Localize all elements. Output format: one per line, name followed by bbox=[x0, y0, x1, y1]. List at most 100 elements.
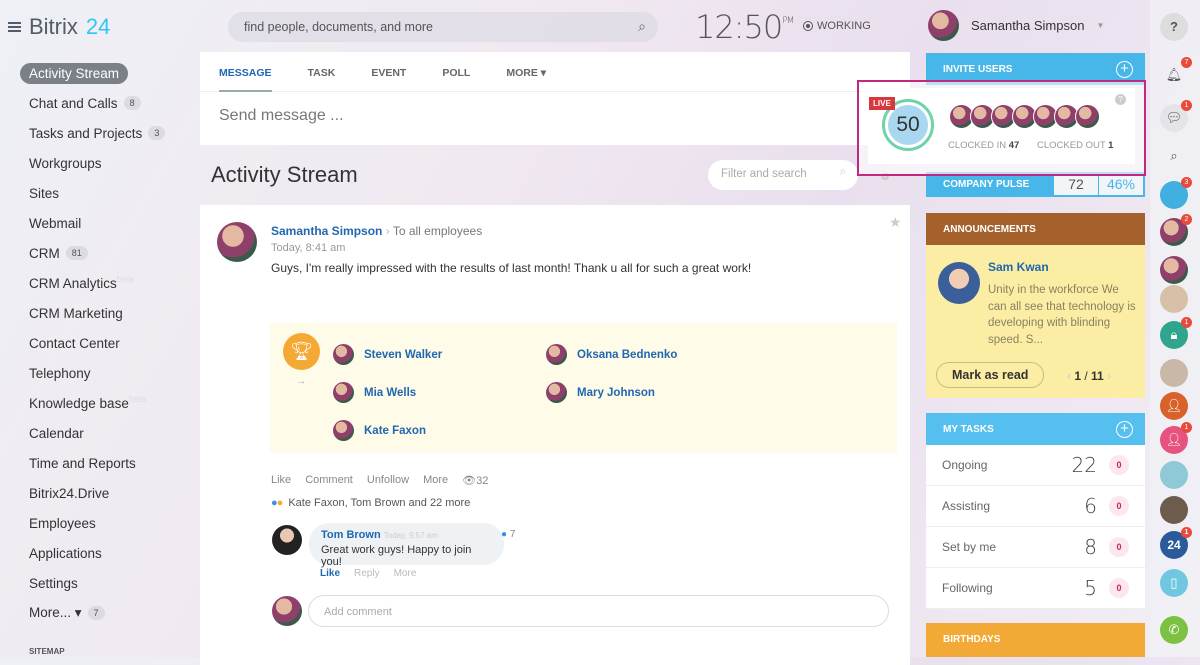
crm-contact-icon[interactable]: 👤︎ bbox=[1160, 392, 1188, 420]
task-row[interactable]: Assisting 6 0 bbox=[926, 486, 1145, 527]
bitrix24-icon[interactable]: 24 1 bbox=[1160, 527, 1192, 559]
search-icon[interactable]: ⌕ bbox=[1160, 142, 1188, 170]
sidebar-item[interactable]: CRM 81 bbox=[19, 238, 199, 268]
plus-icon[interactable]: + bbox=[1116, 421, 1133, 438]
contact-avatar[interactable]: 2 bbox=[1160, 214, 1192, 246]
group-avatar[interactable] bbox=[1160, 496, 1188, 524]
help-icon[interactable]: ? bbox=[1115, 94, 1126, 105]
sidebar-item[interactable]: Bitrix24.Drive bbox=[19, 478, 199, 508]
tab[interactable]: MORE ▾ bbox=[506, 52, 546, 92]
contact-avatar[interactable] bbox=[1160, 256, 1188, 284]
timeman-live-widget[interactable]: 50 LIVE CLOCKED IN 47 CLOCKED OUT 1 ? bbox=[857, 80, 1146, 176]
phone-icon[interactable]: ✆ bbox=[1160, 616, 1188, 644]
sidebar-item[interactable]: Webmail bbox=[19, 208, 199, 238]
sidebar-item-label: Applications bbox=[29, 545, 102, 561]
comment-like[interactable]: Like bbox=[320, 568, 340, 579]
sidebar-item[interactable]: Employees bbox=[19, 508, 199, 538]
sidebar-item[interactable]: Calendar bbox=[19, 418, 199, 448]
count-badge: 8 bbox=[123, 96, 141, 110]
contact-avatar[interactable] bbox=[1160, 359, 1188, 387]
task-label: Set by me bbox=[942, 540, 997, 554]
arrow-right-icon: → bbox=[296, 376, 306, 387]
trophy-icon: 🏆︎ bbox=[283, 333, 320, 370]
tab[interactable]: EVENT bbox=[371, 52, 406, 92]
sidebar-item[interactable]: Telephony bbox=[19, 358, 199, 388]
sidebar-item[interactable]: CRM Marketing bbox=[19, 298, 199, 328]
chevron-right-icon: › bbox=[385, 224, 390, 238]
bell-icon[interactable]: 🔔︎ 7 bbox=[1160, 57, 1192, 89]
search-input[interactable]: find people, documents, and more ⌕ bbox=[228, 12, 658, 42]
add-comment-input[interactable]: Add comment bbox=[308, 595, 889, 627]
mobile-icon[interactable]: ▯ bbox=[1160, 569, 1188, 597]
clocked-user-avatar[interactable] bbox=[1075, 104, 1100, 129]
sidebar-item[interactable]: Applications bbox=[19, 538, 199, 568]
menu-icon[interactable] bbox=[8, 22, 21, 32]
recipient[interactable]: Steven Walker bbox=[333, 344, 442, 365]
sidebar-item[interactable]: Contact Center bbox=[19, 328, 199, 358]
tab[interactable]: MESSAGE bbox=[219, 52, 272, 92]
help-icon[interactable]: ? bbox=[1160, 13, 1188, 41]
recipient[interactable]: Oksana Bednenko bbox=[546, 344, 677, 365]
sidebar-item[interactable]: Knowledge base beta bbox=[19, 388, 199, 418]
mark-as-read-button[interactable]: Mark as read bbox=[936, 362, 1045, 388]
lock-icon[interactable]: 🔒︎ 1 bbox=[1160, 317, 1192, 349]
sidebar-item-label: CRM Marketing bbox=[29, 305, 123, 321]
filter-input[interactable]: Filter and search ⌕ bbox=[708, 160, 858, 190]
action-like[interactable]: Like bbox=[271, 474, 291, 487]
task-row[interactable]: Following 5 0 bbox=[926, 568, 1145, 609]
recipient[interactable]: Kate Faxon bbox=[333, 420, 426, 441]
sitemap-link[interactable]: SITEMAP bbox=[29, 647, 65, 656]
sidebar-item[interactable]: Workgroups bbox=[19, 148, 199, 178]
expired-count: 0 bbox=[1109, 496, 1129, 516]
sidebar-item[interactable]: Chat and Calls 8 bbox=[19, 88, 199, 118]
recipient[interactable]: Mia Wells bbox=[333, 382, 416, 403]
task-row[interactable]: Ongoing 22 0 bbox=[926, 445, 1145, 486]
task-label: Assisting bbox=[942, 499, 991, 513]
clocked-in: CLOCKED IN 47 bbox=[948, 140, 1020, 151]
sidebar-item[interactable]: More... ▾ 7 bbox=[19, 598, 199, 628]
work-status[interactable]: WORKING bbox=[803, 20, 871, 32]
action-comment[interactable]: Comment bbox=[305, 474, 353, 487]
author-avatar[interactable] bbox=[217, 222, 257, 262]
tab[interactable]: POLL bbox=[442, 52, 470, 92]
sidebar-item-label: Chat and Calls bbox=[29, 95, 118, 111]
task-count: 6 bbox=[1084, 494, 1097, 518]
sidebar-item-label: More... ▾ bbox=[29, 605, 82, 620]
author-link[interactable]: Samantha Simpson bbox=[271, 224, 382, 238]
contact-avatar[interactable] bbox=[1160, 461, 1188, 489]
chevron-right-icon[interactable]: › bbox=[1107, 369, 1111, 383]
sidebar-item[interactable]: Settings bbox=[19, 568, 199, 598]
contact-avatar[interactable] bbox=[1160, 285, 1188, 313]
group-chat-avatar[interactable]: 3 bbox=[1160, 177, 1192, 209]
plus-icon[interactable]: + bbox=[1116, 61, 1133, 78]
avatar bbox=[333, 382, 354, 403]
logo[interactable]: Bitrix 24 bbox=[8, 14, 110, 40]
recipient[interactable]: Mary Johnson bbox=[546, 382, 655, 403]
user-menu[interactable]: Samantha Simpson ▼ bbox=[928, 10, 1104, 41]
count-badge: 3 bbox=[148, 126, 166, 140]
sidebar-item[interactable]: Tasks and Projects 3 bbox=[19, 118, 199, 148]
comment-likes[interactable]: ● 7 bbox=[501, 529, 515, 540]
star-icon[interactable]: ★ bbox=[889, 214, 902, 231]
action-more[interactable]: More bbox=[423, 474, 448, 487]
tab[interactable]: TASK bbox=[308, 52, 336, 92]
likes-summary[interactable]: ● ● Kate Faxon, Tom Brown and 22 more bbox=[271, 497, 470, 509]
comment-more[interactable]: More bbox=[394, 568, 417, 579]
comment-reply[interactable]: Reply bbox=[354, 568, 380, 579]
crm-contact-icon[interactable]: 👤︎ 1 bbox=[1160, 422, 1192, 454]
chat-icon[interactable]: 💬︎ 1 bbox=[1160, 100, 1192, 132]
action-unfollow[interactable]: Unfollow bbox=[367, 474, 409, 487]
chevron-left-icon[interactable]: ‹ bbox=[1067, 369, 1071, 383]
sidebar-item[interactable]: Time and Reports bbox=[19, 448, 199, 478]
sidebar-item[interactable]: Activity Stream bbox=[19, 58, 199, 88]
chevron-down-icon: ▼ bbox=[1096, 21, 1105, 30]
sidebar-item-label: Knowledge base bbox=[29, 395, 129, 411]
sidebar-item[interactable]: Sites bbox=[19, 178, 199, 208]
commenter-avatar[interactable] bbox=[272, 525, 302, 555]
task-row[interactable]: Set by me 8 0 bbox=[926, 527, 1145, 568]
right-toolbar: ? 🔔︎ 7 💬︎ 1 ⌕ 3 2 🔒︎ 1 👤︎ 👤︎ 1 24 1 ▯ ✆ bbox=[1150, 0, 1200, 657]
clock[interactable]: 12:50PM bbox=[695, 8, 794, 46]
post-time: Today, 8:41 am bbox=[271, 242, 346, 254]
message-input[interactable]: Send message ... bbox=[200, 92, 910, 140]
sidebar-item[interactable]: CRM Analytics beta bbox=[19, 268, 199, 298]
